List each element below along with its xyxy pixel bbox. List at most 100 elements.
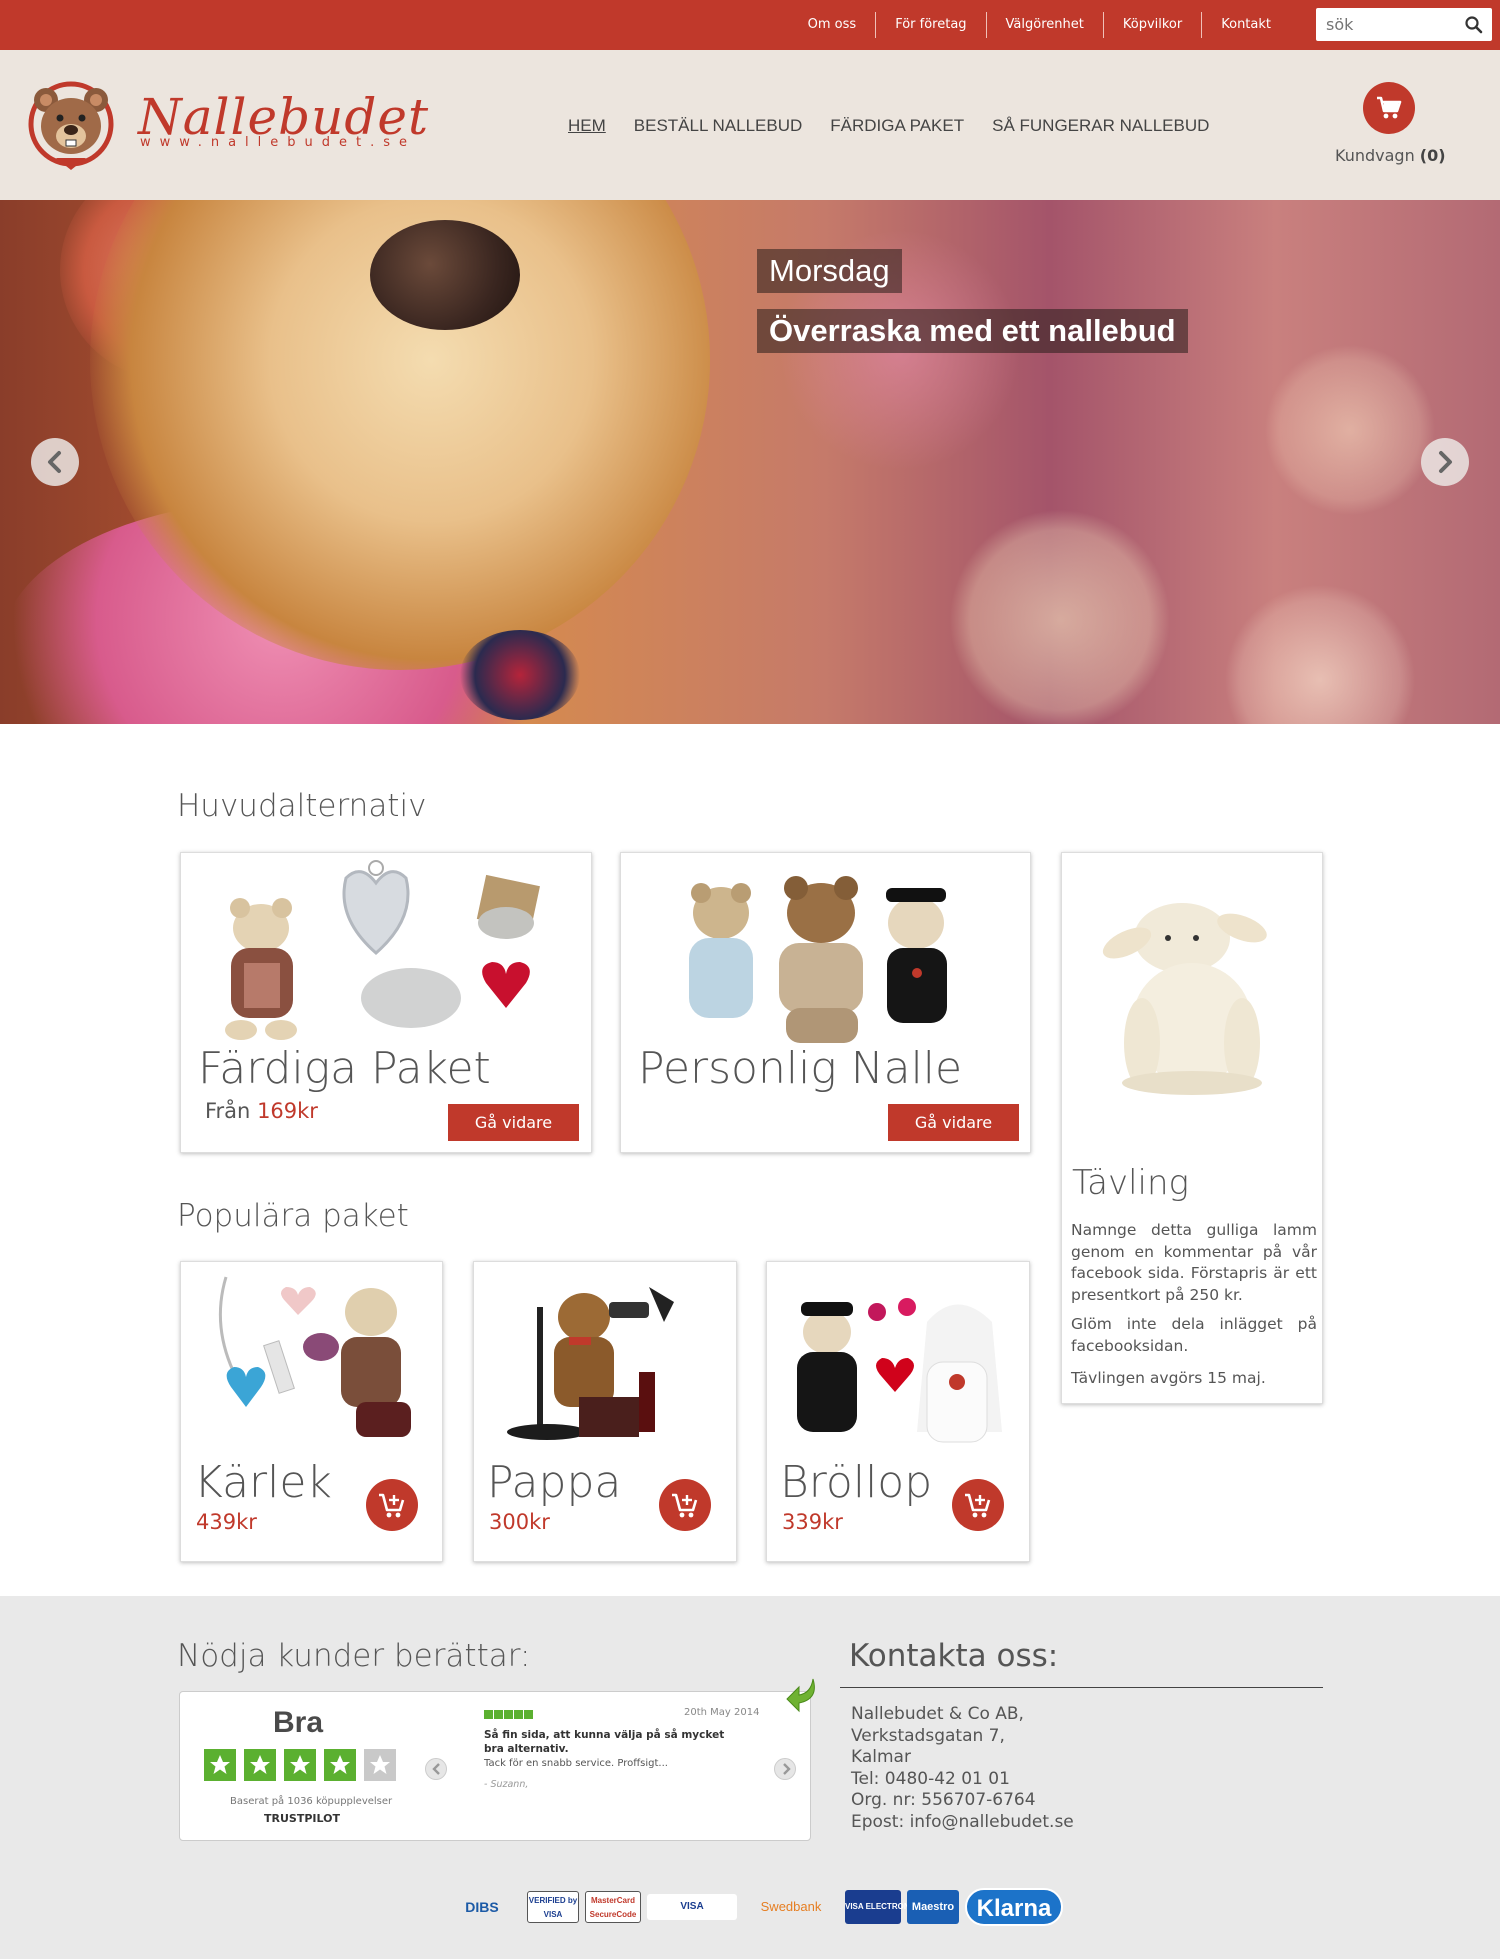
dibs-logo: DIBS — [465, 1899, 499, 1915]
contact-info: Nallebudet & Co AB, Verkstadsgatan 7, Ka… — [851, 1704, 1074, 1834]
top-bar: Om oss För företag Välgörenhet Köpvilkor… — [0, 0, 1500, 50]
card-tavling: Tävling Namnge detta gulliga lamm genom … — [1061, 852, 1323, 1404]
toplink-for-foretag[interactable]: För företag — [875, 12, 985, 38]
review-stars — [484, 1710, 534, 1719]
chevron-right-icon — [783, 1763, 791, 1775]
klarna-logo: Klarna — [965, 1888, 1063, 1926]
cart-count: (0) — [1419, 146, 1446, 165]
add-cart-icon — [965, 1493, 991, 1518]
tavling-text-3: Tävlingen avgörs 15 maj. — [1071, 1369, 1266, 1387]
toplink-valgorenhet[interactable]: Välgörenhet — [985, 12, 1103, 38]
card-karlek[interactable]: Kärlek 439kr — [180, 1261, 443, 1562]
review-body: Tack för en snabb service. Proffsigt... — [484, 1758, 668, 1769]
nav-sa-fungerar[interactable]: SÅ FUNGERAR NALLEBUD — [992, 116, 1209, 136]
lamb-image — [1102, 903, 1267, 1095]
section-title-popular: Populära paket — [177, 1198, 409, 1234]
nav-bestall-nallebud[interactable]: BESTÄLL NALLEBUD — [634, 116, 803, 136]
from-label: Från — [205, 1099, 251, 1123]
maestro-logo: Maestro — [907, 1890, 959, 1924]
top-links: Om oss För företag Välgörenhet Köpvilkor… — [789, 0, 1290, 50]
search-box — [1316, 8, 1492, 41]
toplink-om-oss[interactable]: Om oss — [789, 12, 876, 38]
star-empty-icon — [364, 1749, 396, 1781]
star-icon — [244, 1749, 276, 1781]
tavling-title: Tävling — [1072, 1163, 1189, 1203]
search-icon[interactable] — [1464, 15, 1484, 35]
card-from-price: Från 169kr — [205, 1099, 318, 1123]
contact-title: Kontakta oss: — [849, 1638, 1059, 1674]
karlek-image — [218, 1276, 411, 1437]
reviews-title: Nödja kunder berättar: — [177, 1638, 531, 1674]
hero-bear-nose — [370, 220, 520, 330]
section-title-main: Huvudalternativ — [177, 788, 427, 824]
trustpilot-rating-word: Bra — [273, 1706, 324, 1739]
card-fardiga-paket[interactable]: Färdiga Paket Från 169kr Gå vidare — [180, 852, 592, 1153]
review-author: - Suzann, — [484, 1779, 529, 1790]
fardiga-paket-image — [225, 860, 540, 1040]
visa-electron-logo: VISA ELECTRON — [845, 1890, 910, 1924]
tavling-text-1: Namnge detta gulliga lamm genom en komme… — [1071, 1221, 1317, 1304]
contact-street: Verkstadsgatan 7, — [851, 1725, 1005, 1746]
toplink-kontakt[interactable]: Kontakt — [1201, 12, 1290, 38]
star-icon — [284, 1749, 316, 1781]
mastercard-securecode-logo: MasterCard SecureCode — [585, 1891, 641, 1923]
site-header: Nallebudet www.nallebudet.se HEM BESTÄLL… — [0, 50, 1500, 200]
cart-label[interactable]: Kundvagn (0) — [1335, 146, 1446, 165]
card-title: Färdiga Paket — [198, 1043, 491, 1094]
pappa-title: Pappa — [487, 1457, 622, 1508]
search-input[interactable] — [1326, 8, 1456, 41]
card-pappa[interactable]: Pappa 300kr — [473, 1261, 737, 1562]
contact-email[interactable]: Epost: info@nallebudet.se — [851, 1812, 1074, 1834]
card-personlig-nalle[interactable]: Personlig Nalle Gå vidare — [620, 852, 1031, 1153]
contact-phone: Tel: 0480-42 01 01 — [851, 1768, 1010, 1789]
star-icon — [204, 1749, 236, 1781]
brollop-title: Bröllop — [780, 1457, 933, 1508]
chevron-left-icon — [432, 1763, 440, 1775]
hero-next-button[interactable] — [1421, 438, 1469, 486]
logo-bear-icon[interactable] — [28, 78, 114, 170]
card-brollop[interactable]: Bröllop 339kr — [766, 1261, 1030, 1562]
trustpilot-stars — [204, 1749, 404, 1781]
from-price: 169kr — [257, 1099, 318, 1123]
brollop-price: 339kr — [782, 1510, 843, 1534]
add-to-cart-button[interactable] — [366, 1479, 418, 1531]
review-date: 20th May 2014 — [684, 1707, 760, 1718]
add-cart-icon — [672, 1493, 698, 1518]
verified-by-visa-logo: VERIFIED by VISA — [527, 1891, 579, 1923]
card-title: Personlig Nalle — [638, 1043, 963, 1094]
contact-org-nr: Org. nr: 556707-6764 — [851, 1790, 1036, 1811]
trustpilot-widget[interactable]: Bra Baserat på 1036 köpupplevelser TRUST… — [179, 1691, 811, 1841]
chevron-left-icon — [48, 451, 61, 473]
cart-button[interactable] — [1363, 82, 1415, 134]
add-cart-icon — [379, 1493, 405, 1518]
cart-label-text: Kundvagn — [1335, 146, 1415, 165]
trustpilot-based-on: Baserat på 1036 köpupplevelser — [230, 1796, 393, 1807]
trustpilot-logo[interactable]: TRUSTPILOT — [264, 1812, 340, 1825]
karlek-price: 439kr — [196, 1510, 257, 1534]
contact-divider — [840, 1687, 1323, 1688]
contact-city: Kalmar — [851, 1747, 911, 1768]
hero-caption-subtitle: Överraska med ett nallebud — [757, 309, 1188, 353]
nav-fardiga-paket[interactable]: FÄRDIGA PAKET — [830, 116, 964, 136]
hero-slider — [0, 200, 1500, 724]
review-title: Så fin sida, att kunna välja på så mycke… — [484, 1729, 725, 1755]
hero-caption-title: Morsdag — [757, 249, 902, 293]
cart-icon — [1377, 96, 1402, 119]
main-nav: HEM BESTÄLL NALLEBUD FÄRDIGA PAKET SÅ FU… — [568, 116, 1237, 136]
contact-company: Nallebudet & Co AB, — [851, 1704, 1024, 1724]
brollop-image — [797, 1298, 1002, 1443]
add-to-cart-button[interactable] — [659, 1479, 711, 1531]
visa-mastercard-amex-logo: VISA — [647, 1894, 737, 1920]
hero-prev-button[interactable] — [31, 438, 79, 486]
add-to-cart-button[interactable] — [952, 1479, 1004, 1531]
swedbank-logo: Swedbank — [760, 1899, 822, 1914]
ga-vidare-button[interactable]: Gå vidare — [448, 1104, 579, 1141]
review-next-button[interactable] — [774, 1758, 796, 1780]
karlek-title: Kärlek — [194, 1457, 332, 1508]
review-prev-button[interactable] — [425, 1758, 447, 1780]
nav-hem[interactable]: HEM — [568, 116, 606, 136]
pappa-image — [507, 1287, 674, 1440]
toplink-kopvilkor[interactable]: Köpvilkor — [1102, 12, 1201, 38]
ga-vidare-button[interactable]: Gå vidare — [888, 1104, 1019, 1141]
personlig-nalle-image — [689, 876, 947, 1043]
